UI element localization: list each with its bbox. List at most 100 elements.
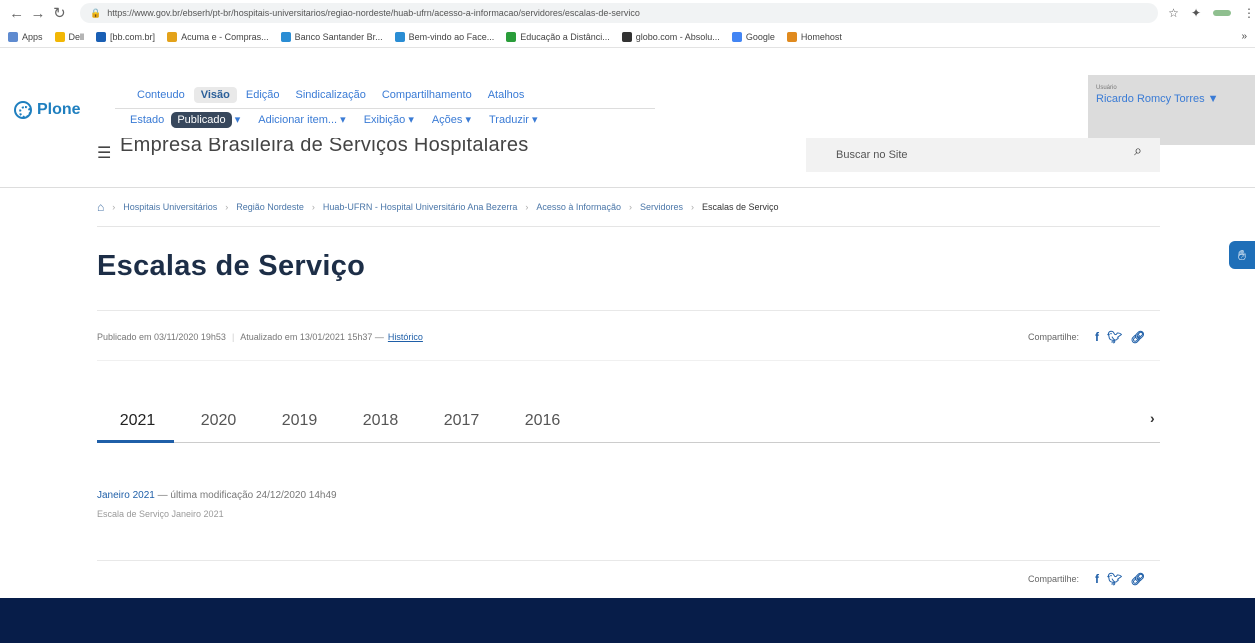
bookmark-label: Apps: [22, 31, 43, 42]
breadcrumb-separator: ›: [525, 202, 529, 212]
bookmark-item[interactable]: Dell: [54, 31, 85, 42]
tab-2019[interactable]: 2019: [259, 410, 340, 442]
breadcrumb-item[interactable]: Acesso à Informação: [536, 202, 621, 212]
bookmark-label: Educação a Distânci...: [520, 31, 610, 42]
plone-tab-compartilhamento[interactable]: Compartilhamento: [375, 87, 479, 103]
bookmarks-more-icon[interactable]: »: [1241, 31, 1247, 42]
plone-logo-text: Plone: [37, 101, 81, 118]
bookmark-favicon-icon: [621, 31, 632, 42]
bookmark-label: [bb.com.br]: [110, 31, 156, 42]
actions-menu[interactable]: Ações ▾: [432, 113, 471, 126]
menu-dots-icon[interactable]: ⋮: [1243, 6, 1255, 20]
search-input[interactable]: Buscar no Site ⌕: [806, 138, 1160, 172]
bookmark-favicon-icon: [167, 31, 178, 42]
state-menu[interactable]: Estado Publicado ▾: [130, 112, 240, 128]
breadcrumb-item[interactable]: Huab-UFRN - Hospital Universitário Ana B…: [323, 202, 518, 212]
reload-icon[interactable]: ↻: [49, 2, 70, 24]
hamburger-menu-icon[interactable]: ☰: [97, 143, 111, 163]
forward-arrow-icon[interactable]: →: [27, 2, 48, 24]
bookmark-item[interactable]: Banco Santander Br...: [280, 31, 383, 42]
list-item: Janeiro 2021 — última modificação 24/12/…: [97, 490, 337, 501]
twitter-icon[interactable]: 🐦︎: [1107, 572, 1122, 586]
item-description: Escala de Serviço Janeiro 2021: [97, 509, 224, 519]
page-title: Escalas de Serviço: [97, 250, 366, 282]
bookmark-item[interactable]: Bem-vindo ao Face...: [394, 31, 495, 42]
bookmark-favicon-icon: [506, 31, 517, 42]
translate-menu[interactable]: Traduzir ▾: [489, 113, 538, 126]
breadcrumb-separator: ›: [112, 202, 116, 212]
tabs-baseline: [97, 442, 1160, 443]
tab-2016[interactable]: 2016: [502, 410, 583, 442]
bookmark-label: Banco Santander Br...: [294, 31, 383, 42]
plone-tab-edicao[interactable]: Edição: [239, 87, 287, 103]
breadcrumb-item[interactable]: Servidores: [640, 202, 683, 212]
display-menu[interactable]: Exibição ▾: [364, 113, 414, 126]
bookmark-favicon-icon: [54, 31, 65, 42]
bookmark-label: Dell: [68, 31, 85, 42]
bookmark-favicon-icon: [394, 31, 405, 42]
site-header: ☰ Empresa Brasileira de Serviços Hospita…: [0, 138, 1255, 188]
plone-tab-visao[interactable]: Visão: [193, 87, 237, 103]
bookmark-item[interactable]: Google: [731, 31, 775, 42]
home-icon[interactable]: ⌂: [97, 200, 104, 214]
link-icon[interactable]: 🔗︎: [1130, 572, 1145, 586]
meta-separator: |: [231, 332, 235, 342]
share-label: Compartilhe:: [1028, 574, 1080, 584]
tab-2021[interactable]: 2021: [97, 410, 178, 442]
user-menu[interactable]: Usuário Ricardo Romcy Torres ▼: [1088, 75, 1255, 145]
accessibility-hand-icon[interactable]: ✋︎: [1229, 241, 1255, 269]
address-bar[interactable]: 🔒 https://www.gov.br/ebserh/pt-br/hospit…: [80, 3, 1159, 23]
divider: [97, 360, 1160, 361]
facebook-icon[interactable]: f: [1095, 572, 1099, 586]
bookmark-item[interactable]: [bb.com.br]: [96, 31, 156, 42]
plone-divider: [115, 108, 655, 109]
user-name: Ricardo Romcy Torres ▼: [1096, 93, 1219, 105]
breadcrumb-separator: ›: [225, 202, 229, 212]
user-caption: Usuário: [1096, 85, 1117, 91]
bookmark-item[interactable]: Apps: [8, 31, 43, 42]
plone-tab-conteudo[interactable]: Conteudo: [130, 87, 192, 103]
star-icon[interactable]: ☆: [1168, 6, 1179, 20]
state-badge: Publicado: [171, 112, 232, 128]
add-item-menu[interactable]: Adicionar item... ▾: [258, 113, 345, 126]
bookmark-label: Google: [745, 31, 775, 42]
extensions-icon[interactable]: ✦: [1191, 6, 1201, 20]
item-link[interactable]: Janeiro 2021: [97, 490, 155, 501]
plone-tab-sindicalizacao[interactable]: Sindicalização: [289, 87, 373, 103]
link-icon[interactable]: 🔗︎: [1130, 330, 1145, 344]
bookmark-item[interactable]: Educação a Distânci...: [506, 31, 610, 42]
tab-2017[interactable]: 2017: [421, 410, 502, 442]
site-name[interactable]: Empresa Brasileira de Serviços Hospitala…: [120, 138, 529, 156]
bookmark-favicon-icon: [731, 31, 742, 42]
bookmark-label: Bem-vindo ao Face...: [408, 31, 495, 42]
plone-tabs: Conteudo Visão Edição Sindicalização Com…: [130, 87, 533, 103]
bookmark-item[interactable]: Homehost: [786, 31, 842, 42]
active-tab-indicator: [97, 440, 174, 443]
tabs-next-icon[interactable]: ›: [1150, 410, 1155, 426]
bookmark-label: Homehost: [800, 31, 842, 42]
year-tabs: 2021 2020 2019 2018 2017 2016: [97, 410, 583, 442]
divider: [97, 560, 1160, 561]
breadcrumb-item[interactable]: Região Nordeste: [236, 202, 304, 212]
back-arrow-icon[interactable]: ←: [6, 2, 27, 24]
share-bar-bottom: Compartilhe: f 🐦︎ 🔗︎: [1028, 572, 1146, 586]
breadcrumb-item[interactable]: Hospitais Universitários: [123, 202, 217, 212]
history-link[interactable]: Histórico: [388, 332, 423, 342]
published-date: Publicado em 03/11/2020 19h53: [97, 332, 226, 342]
bookmarks-bar: Apps Dell [bb.com.br] Acuma e - Compras... B…: [0, 26, 1255, 48]
site-footer: [0, 598, 1255, 643]
search-icon[interactable]: ⌕: [1134, 142, 1142, 159]
bookmark-item[interactable]: globo.com - Absolu...: [621, 31, 720, 42]
plone-logo-icon: [14, 101, 32, 119]
plone-tab-atalhos[interactable]: Atalhos: [481, 87, 532, 103]
facebook-icon[interactable]: f: [1095, 330, 1099, 344]
share-bar: Compartilhe: f 🐦︎ 🔗︎: [1028, 330, 1146, 344]
twitter-icon[interactable]: 🐦︎: [1107, 330, 1122, 344]
tab-2018[interactable]: 2018: [340, 410, 421, 442]
extension-badge-icon[interactable]: [1213, 10, 1231, 16]
bookmark-item[interactable]: Acuma e - Compras...: [167, 31, 269, 42]
bookmark-favicon-icon: [786, 31, 797, 42]
plone-logo[interactable]: Plone: [14, 101, 81, 119]
tab-2020[interactable]: 2020: [178, 410, 259, 442]
breadcrumb-current: Escalas de Serviço: [701, 202, 779, 212]
